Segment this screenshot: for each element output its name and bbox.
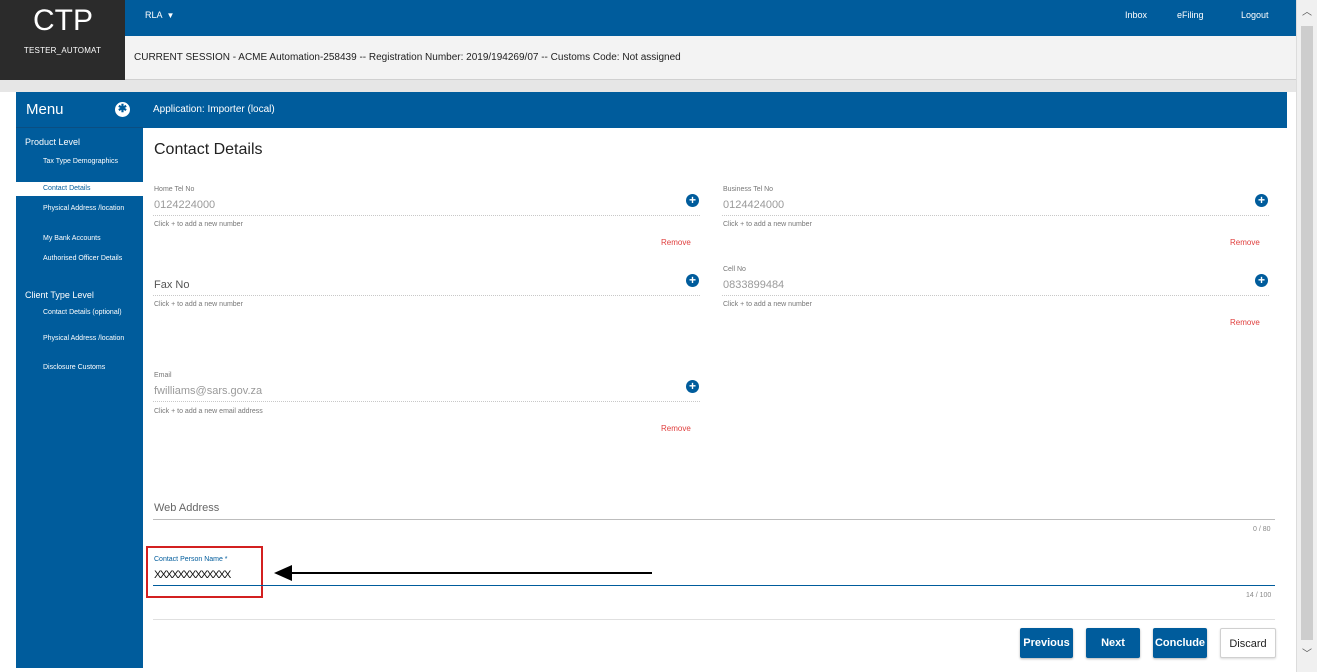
home-tel-field[interactable]: 0124224000 <box>154 199 215 211</box>
annotation-arrow-icon <box>274 565 292 581</box>
previous-button[interactable]: Previous <box>1020 628 1073 658</box>
add-fax-plus-icon[interactable]: + <box>686 274 699 287</box>
sidebar-section-product-level: Product Level <box>25 137 81 147</box>
menu-header: Menu ✱ <box>16 92 143 128</box>
cell-hint: Click + to add a new number <box>723 301 812 308</box>
home-tel-remove-link[interactable]: Remove <box>661 238 691 247</box>
sidebar-item-client-physical-address[interactable]: Physical Address /location <box>16 335 143 343</box>
sidebar-item-contact-details[interactable]: Contact Details <box>16 182 143 196</box>
business-tel-label: Business Tel No <box>723 186 774 193</box>
conclude-button[interactable]: Conclude <box>1153 628 1207 658</box>
fax-hint: Click + to add a new number <box>154 301 243 308</box>
sidebar-item-disclosure-customs[interactable]: Disclosure Customs <box>16 364 143 372</box>
email-field[interactable]: fwilliams@sars.gov.za <box>154 385 262 397</box>
next-button[interactable]: Next <box>1086 628 1140 658</box>
menu-title: Menu <box>26 101 64 118</box>
discard-button[interactable]: Discard <box>1220 628 1276 658</box>
add-email-plus-icon[interactable]: + <box>686 380 699 393</box>
sidebar-item-tax-type-demographics[interactable]: Tax Type Demographics <box>16 158 143 166</box>
scroll-down-icon[interactable]: ﹀ <box>1297 646 1317 664</box>
separator <box>0 80 1296 92</box>
session-info: CURRENT SESSION - ACME Automation-258439… <box>134 52 681 63</box>
scroll-up-icon[interactable]: ︿ <box>1297 4 1317 22</box>
web-address-counter: 0 / 80 <box>1253 526 1271 533</box>
page: CTP TESTER_AUTOMAT RLA ▼ Inbox eFiling Lo… <box>0 0 1317 672</box>
email-remove-link[interactable]: Remove <box>661 424 691 433</box>
add-business-tel-plus-icon[interactable]: + <box>1255 194 1268 207</box>
role-label: RLA <box>145 10 163 20</box>
vertical-scrollbar[interactable]: ︿ ﹀ <box>1296 0 1317 672</box>
contact-person-counter: 14 / 100 <box>1246 592 1272 599</box>
web-address-field[interactable]: Web Address <box>154 502 219 514</box>
email-underline <box>153 401 700 402</box>
contact-person-label: Contact Person Name * <box>154 556 228 563</box>
contact-person-underline <box>153 585 1275 586</box>
settings-icon[interactable]: ✱ <box>115 102 130 117</box>
role-dropdown[interactable]: RLA ▼ <box>145 10 174 20</box>
sidebar-section-client-type-level: Client Type Level <box>25 290 94 300</box>
email-label: Email <box>154 372 172 379</box>
sidebar-item-my-bank-accounts[interactable]: My Bank Accounts <box>16 235 143 243</box>
footer-divider <box>153 619 1275 620</box>
business-tel-underline <box>722 215 1269 216</box>
sidebar-item-contact-details-optional[interactable]: Contact Details (optional) <box>16 309 143 317</box>
home-tel-underline <box>153 215 700 216</box>
sidebar: Menu ✱ Product Level Tax Type Demographi… <box>16 92 143 668</box>
cell-remove-link[interactable]: Remove <box>1230 318 1260 327</box>
business-tel-remove-link[interactable]: Remove <box>1230 238 1260 247</box>
fax-underline <box>153 295 700 296</box>
home-tel-hint: Click + to add a new number <box>154 221 243 228</box>
top-nav-bar: RLA ▼ Inbox eFiling Logout <box>125 0 1296 36</box>
web-address-underline <box>153 519 1275 520</box>
cell-underline <box>722 295 1269 296</box>
annotation-arrow-line <box>290 572 652 574</box>
sidebar-item-physical-address[interactable]: Physical Address /location <box>16 205 143 213</box>
main-panel: Contact Details Home Tel No 0124224000 +… <box>143 128 1287 668</box>
nav-logout[interactable]: Logout <box>1241 10 1269 20</box>
nav-inbox[interactable]: Inbox <box>1125 10 1147 20</box>
email-hint: Click + to add a new email address <box>154 408 263 415</box>
logo-box: CTP TESTER_AUTOMAT <box>0 0 125 80</box>
business-tel-field[interactable]: 0124424000 <box>723 199 784 211</box>
fax-field[interactable]: Fax No <box>154 279 189 291</box>
caret-down-icon: ▼ <box>166 11 175 20</box>
application-label: Application: Importer (local) <box>153 104 275 115</box>
session-bar: CURRENT SESSION - ACME Automation-258439… <box>125 36 1296 80</box>
application-header: Application: Importer (local) <box>143 92 1287 128</box>
nav-efiling[interactable]: eFiling <box>1177 10 1204 20</box>
scroll-thumb[interactable] <box>1301 26 1313 640</box>
business-tel-hint: Click + to add a new number <box>723 221 812 228</box>
cell-label: Cell No <box>723 266 746 273</box>
page-title: Contact Details <box>154 141 263 158</box>
username-label: TESTER_AUTOMAT <box>23 46 102 55</box>
add-cell-plus-icon[interactable]: + <box>1255 274 1268 287</box>
contact-person-field[interactable]: XXXXXXXXXXXXX <box>154 569 231 581</box>
home-tel-label: Home Tel No <box>154 186 195 193</box>
cell-field[interactable]: 0833899484 <box>723 279 784 291</box>
app-logo: CTP <box>33 4 93 37</box>
add-home-tel-plus-icon[interactable]: + <box>686 194 699 207</box>
sidebar-item-authorised-officer[interactable]: Authorised Officer Details <box>16 255 143 263</box>
